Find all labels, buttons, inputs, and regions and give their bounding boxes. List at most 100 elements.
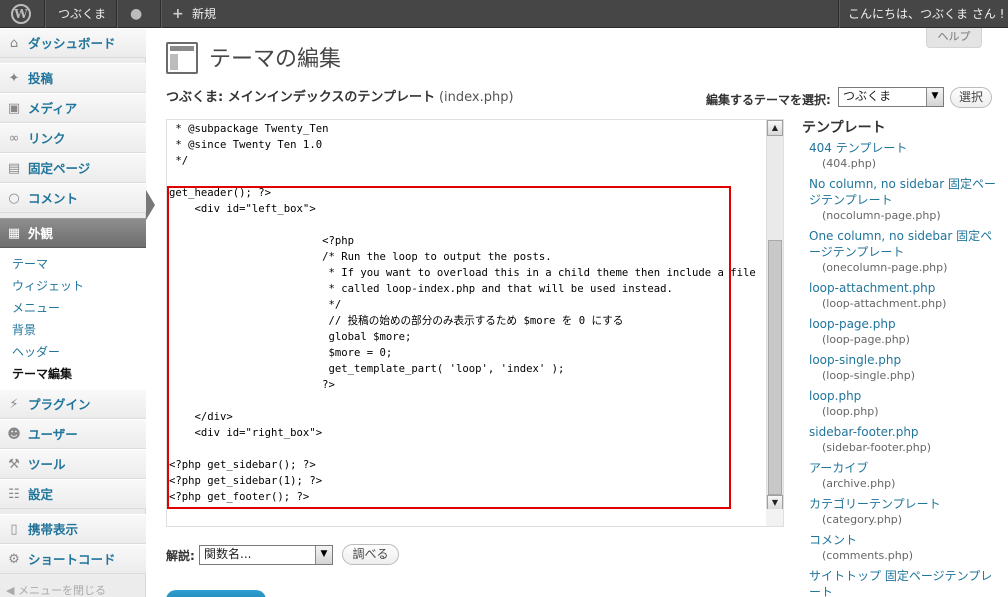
appearance-icon: ▦ <box>7 226 21 241</box>
code-line: * called loop-index.php and that will be… <box>169 283 673 295</box>
menu-label: ツール <box>28 457 66 472</box>
plus-icon[interactable]: + <box>172 0 184 28</box>
menu-posts[interactable]: ✦ 投稿 <box>0 63 146 93</box>
menu-tools[interactable]: ⚒ ツール <box>0 449 146 479</box>
template-filename: (comments.php) <box>822 549 914 562</box>
menu-comments[interactable]: ○ コメント <box>0 183 146 213</box>
adminbar-divider <box>160 0 161 28</box>
code-line: * @since Twenty Ten 1.0 <box>169 139 323 151</box>
template-link[interactable]: loop-attachment.php <box>809 280 999 296</box>
adminbar-divider <box>44 0 45 28</box>
submenu-background[interactable]: 背景 <box>12 321 36 338</box>
code-content[interactable]: * @subpackage Twenty_Ten * @since Twenty… <box>169 121 767 505</box>
template-link[interactable]: loop.php <box>809 388 999 404</box>
admin-bar: W つぶくま ● + 新規 こんにちは、つぶくま さん ! <box>0 0 1008 28</box>
current-menu-arrow <box>146 190 155 220</box>
submenu-widgets[interactable]: ウィジェット <box>12 277 84 294</box>
code-line: */ <box>169 299 342 311</box>
theme-select[interactable]: つぶくま ▼ <box>838 87 944 107</box>
collapse-menu[interactable]: ◀ メニューを閉じる <box>6 582 106 597</box>
file-title: つぶくま: メインインデックスのテンプレート (index.php) <box>166 86 514 105</box>
menu-users[interactable]: ☻ ユーザー <box>0 419 146 449</box>
users-icon: ☻ <box>7 427 21 442</box>
menu-label: メディア <box>28 101 78 116</box>
submenu-header[interactable]: ヘッダー <box>12 343 60 360</box>
submenu-menus[interactable]: メニュー <box>12 299 60 316</box>
template-link[interactable]: sidebar-footer.php <box>809 424 999 440</box>
submenu-theme-editor[interactable]: テーマ編集 <box>12 365 72 382</box>
template-link[interactable]: コメント <box>809 532 999 548</box>
menu-label: ショートコード <box>28 552 116 567</box>
media-icon: ▣ <box>7 101 21 116</box>
code-editor[interactable]: * @subpackage Twenty_Ten * @since Twenty… <box>166 119 784 527</box>
update-file-button[interactable] <box>166 590 266 597</box>
resize-handle-icon[interactable] <box>766 509 783 526</box>
template-filename: (category.php) <box>822 513 903 526</box>
code-line: * If you want to overload this in a chil… <box>169 267 756 279</box>
link-icon: ∞ <box>8 131 20 146</box>
template-filename: (loop-single.php) <box>822 369 916 382</box>
code-line: get_template_part( 'loop', 'index' ); <box>169 363 565 375</box>
mobile-icon: ▯ <box>10 522 18 537</box>
template-filename: (sidebar-footer.php) <box>822 441 931 454</box>
menu-shortcode[interactable]: ⚙ ショートコード <box>0 544 146 574</box>
wordpress-logo-icon[interactable]: W <box>11 4 31 24</box>
menu-label: 外観 <box>28 226 54 241</box>
file-name: (index.php) <box>438 90 514 105</box>
menu-settings[interactable]: ☷ 設定 <box>0 479 146 509</box>
code-line: /* Run the loop to output the posts. <box>169 251 552 263</box>
menu-pages[interactable]: ▤ 固定ページ <box>0 153 146 183</box>
theme-select-value: つぶくま <box>843 89 892 103</box>
template-link[interactable]: No column, no sidebar 固定ページテンプレート <box>809 176 999 208</box>
menu-links[interactable]: ∞ リンク <box>0 123 146 153</box>
select-theme-button[interactable]: 選択 <box>950 87 992 108</box>
code-line: <div id="left_box"> <box>169 203 316 215</box>
menu-plugins[interactable]: ⚡ プラグイン <box>0 389 146 419</box>
menu-label: ユーザー <box>28 427 78 442</box>
comment-icon: ○ <box>8 191 20 206</box>
code-line: ?> <box>169 379 335 391</box>
page-icon: ▤ <box>7 161 21 176</box>
comment-bubble-icon[interactable]: ● <box>130 0 142 28</box>
menu-media[interactable]: ▣ メディア <box>0 93 146 123</box>
menu-dashboard[interactable]: ⌂ ダッシュボード <box>0 28 146 58</box>
adminbar-greeting[interactable]: こんにちは、つぶくま さん ! <box>848 0 1004 28</box>
adminbar-site-name[interactable]: つぶくま <box>58 0 106 28</box>
template-title: つぶくま: メインインデックスのテンプレート <box>166 90 435 105</box>
dashboard-icon: ⌂ <box>9 36 19 51</box>
submenu-themes[interactable]: テーマ <box>12 255 48 272</box>
menu-label: ダッシュボード <box>28 36 116 51</box>
template-link[interactable]: loop-single.php <box>809 352 999 368</box>
template-link[interactable]: loop-page.php <box>809 316 999 332</box>
code-line: global $more; <box>169 331 412 343</box>
editor-scrollbar[interactable]: ▲ ▼ <box>766 120 783 511</box>
function-select[interactable]: 関数名... ▼ <box>199 545 333 565</box>
code-line: $more = 0; <box>169 347 393 359</box>
menu-mobile[interactable]: ▯ 携帯表示 <box>0 514 146 544</box>
menu-label: コメント <box>28 191 79 206</box>
menu-label: 固定ページ <box>28 161 91 176</box>
code-line: </div> <box>169 411 233 423</box>
menu-label: 携帯表示 <box>28 522 79 537</box>
scroll-thumb[interactable] <box>768 240 782 495</box>
template-link[interactable]: アーカイブ <box>809 460 999 476</box>
template-link[interactable]: One column, no sidebar 固定ページテンプレート <box>809 228 999 260</box>
menu-appearance[interactable]: ▦ 外観 <box>0 218 146 248</box>
appearance-submenu: テーマ ウィジェット メニュー 背景 ヘッダー テーマ編集 <box>0 248 146 390</box>
adminbar-new[interactable]: 新規 <box>192 0 216 28</box>
template-link[interactable]: カテゴリーテンプレート <box>809 496 999 512</box>
template-link[interactable]: サイトトップ 固定ページテンプレート <box>809 568 999 597</box>
code-line: <?php get_footer(); ?> <box>169 491 310 503</box>
chevron-down-icon: ▼ <box>315 546 332 564</box>
code-line: <div id="right_box"> <box>169 427 323 439</box>
template-filename: (nocolumn-page.php) <box>822 209 941 222</box>
documentation-label: 解説: <box>166 549 195 563</box>
lookup-button[interactable]: 調べる <box>342 544 399 565</box>
menu-label: 設定 <box>28 487 54 502</box>
help-tab[interactable]: ヘルプ <box>926 28 982 48</box>
adminbar-divider <box>116 0 117 28</box>
scroll-up-icon[interactable]: ▲ <box>767 120 783 136</box>
template-link[interactable]: 404 テンプレート <box>809 140 999 156</box>
admin-sidebar: ⌂ ダッシュボード ✦ 投稿 ▣ メディア ∞ リンク ▤ 固定ページ ○ コメント ▦ 外観… <box>0 28 146 597</box>
